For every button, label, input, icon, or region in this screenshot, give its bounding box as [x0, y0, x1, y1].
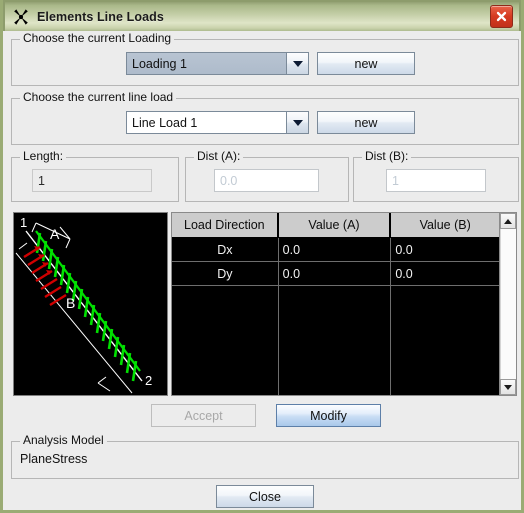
loading-group-title: Choose the current Loading [20, 32, 175, 45]
accept-button[interactable]: Accept [151, 404, 256, 427]
lineload-group: Choose the current line load Line Load 1… [11, 91, 519, 145]
line-load-diagram: 1 2 A B [15, 215, 152, 394]
analysis-model-group: Analysis Model PlaneStress [11, 434, 519, 479]
node-end-label: 2 [145, 373, 152, 388]
table-empty-col [278, 286, 392, 395]
length-group-title: Length: [20, 150, 67, 163]
close-icon[interactable] [490, 5, 513, 28]
modify-button[interactable]: Modify [276, 404, 381, 427]
table-empty-col [172, 286, 279, 395]
column-header-value-a[interactable]: Value (A) [278, 213, 392, 238]
windmill-icon [14, 8, 28, 25]
lineload-combo-value: Line Load 1 [132, 115, 198, 130]
table-row[interactable]: Dy 0.0 0.0 [172, 262, 499, 286]
chevron-down-icon[interactable] [286, 112, 308, 133]
scrollbar-track[interactable] [500, 229, 516, 379]
cell-value-a[interactable]: 0.0 [278, 238, 392, 262]
node-start-label: 1 [20, 215, 27, 230]
table-empty-col [391, 286, 499, 395]
dim-b-label: B [66, 295, 75, 311]
cell-value-b[interactable]: 0.0 [391, 238, 499, 262]
elements-line-loads-window: Elements Line Loads Choose the current L… [0, 0, 524, 513]
triangle-down-icon[interactable] [500, 379, 516, 395]
length-field: 1 [32, 169, 152, 192]
loading-group: Choose the current Loading Loading 1 new [11, 32, 519, 86]
triangle-up-icon[interactable] [500, 213, 516, 229]
table-vertical-scrollbar[interactable] [499, 213, 516, 395]
dist-a-group-title: Dist (A): [194, 150, 244, 163]
table-empty-area [172, 286, 499, 395]
loading-new-button[interactable]: new [317, 52, 415, 75]
chevron-down-icon[interactable] [286, 53, 308, 74]
lineload-combo[interactable]: Line Load 1 [126, 111, 309, 134]
dist-b-input[interactable]: 1 [386, 169, 486, 192]
dist-b-group-title: Dist (B): [362, 150, 412, 163]
model-view-canvas[interactable]: 1 2 A B [13, 212, 168, 396]
loading-combo[interactable]: Loading 1 [126, 52, 309, 75]
lineload-group-title: Choose the current line load [20, 91, 177, 104]
table-header-row: Load Direction Value (A) Value (B) [172, 213, 499, 238]
loading-combo-value: Loading 1 [127, 53, 286, 74]
close-button[interactable]: Close [216, 485, 314, 508]
cell-load-direction[interactable]: Dx [172, 238, 279, 262]
dim-a-label: A [50, 226, 60, 242]
dist-a-group: Dist (A): 0.0 [185, 150, 349, 202]
cell-value-b[interactable]: 0.0 [391, 262, 499, 286]
column-header-load-direction[interactable]: Load Direction [172, 213, 279, 238]
analysis-model-title: Analysis Model [20, 434, 107, 447]
lineload-new-button[interactable]: new [317, 111, 415, 134]
analysis-model-value: PlaneStress [20, 452, 88, 466]
table-row[interactable]: Dx 0.0 0.0 [172, 238, 499, 262]
dist-a-input[interactable]: 0.0 [214, 169, 319, 192]
title-bar: Elements Line Loads [3, 0, 521, 31]
cell-load-direction[interactable]: Dy [172, 262, 279, 286]
dist-b-group: Dist (B): 1 [353, 150, 519, 202]
table-grid: Load Direction Value (A) Value (B) Dx 0.… [172, 213, 499, 395]
length-group: Length: 1 [11, 150, 179, 202]
column-header-value-b[interactable]: Value (B) [391, 213, 499, 238]
window-title: Elements Line Loads [37, 9, 164, 24]
cell-value-a[interactable]: 0.0 [278, 262, 392, 286]
load-values-table[interactable]: Load Direction Value (A) Value (B) Dx 0.… [171, 212, 517, 396]
